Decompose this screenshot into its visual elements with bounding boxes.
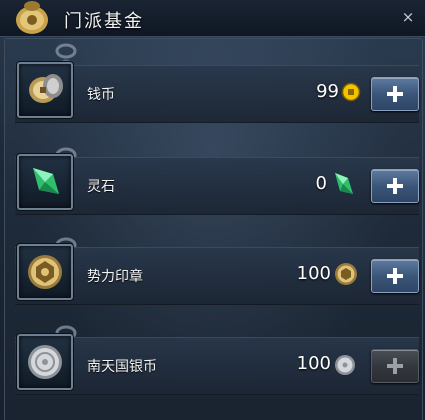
title-bar: 门派基金 × — [0, 0, 425, 37]
item-name: 钱币 — [87, 87, 115, 103]
gold-seal-icon — [335, 263, 357, 285]
add-spirit-stone-button[interactable] — [371, 169, 419, 203]
window-title: 门派基金 — [64, 11, 144, 32]
fund-row-faction-seal: 势力印章 100 — [15, 244, 419, 305]
plus-icon — [387, 358, 403, 374]
add-silver-coin-button[interactable] — [371, 349, 419, 383]
item-count: 100 — [296, 353, 331, 374]
item-slot — [17, 62, 73, 118]
gold-coin-icon — [341, 82, 361, 102]
plus-icon — [387, 178, 403, 194]
item-count: 100 — [296, 263, 331, 284]
green-crystal-icon — [33, 168, 59, 194]
plus-icon — [387, 86, 403, 102]
item-name: 南天国银币 — [87, 359, 157, 375]
fund-list-panel: 钱币 99 灵石 0 势力印章 100 南天国银币 100 — [4, 38, 423, 420]
plus-icon — [387, 268, 403, 284]
silver-coin-icon — [335, 355, 355, 375]
coins-icon — [29, 74, 63, 103]
green-crystal-icon — [335, 173, 353, 194]
gold-seal-icon — [28, 255, 62, 289]
item-count: 0 — [315, 173, 327, 194]
fund-row-silver-coin: 南天国银币 100 — [15, 334, 419, 395]
item-slot — [17, 244, 73, 300]
close-button[interactable]: × — [397, 6, 419, 28]
item-count: 99 — [316, 81, 339, 102]
fund-row-coins: 钱币 99 — [15, 62, 419, 123]
item-slot — [17, 334, 73, 390]
fund-row-spirit-stone: 灵石 0 — [15, 154, 419, 215]
item-name: 势力印章 — [87, 269, 143, 285]
add-coins-button[interactable] — [371, 77, 419, 111]
add-faction-seal-button[interactable] — [371, 259, 419, 293]
silver-coin-icon — [28, 345, 62, 379]
item-slot — [17, 154, 73, 210]
item-name: 灵石 — [87, 179, 115, 195]
guild-fund-window: 门派基金 × 钱币 99 灵石 0 势力印章 100 南天国银币 100 — [0, 0, 425, 420]
money-bag-icon — [16, 1, 48, 34]
